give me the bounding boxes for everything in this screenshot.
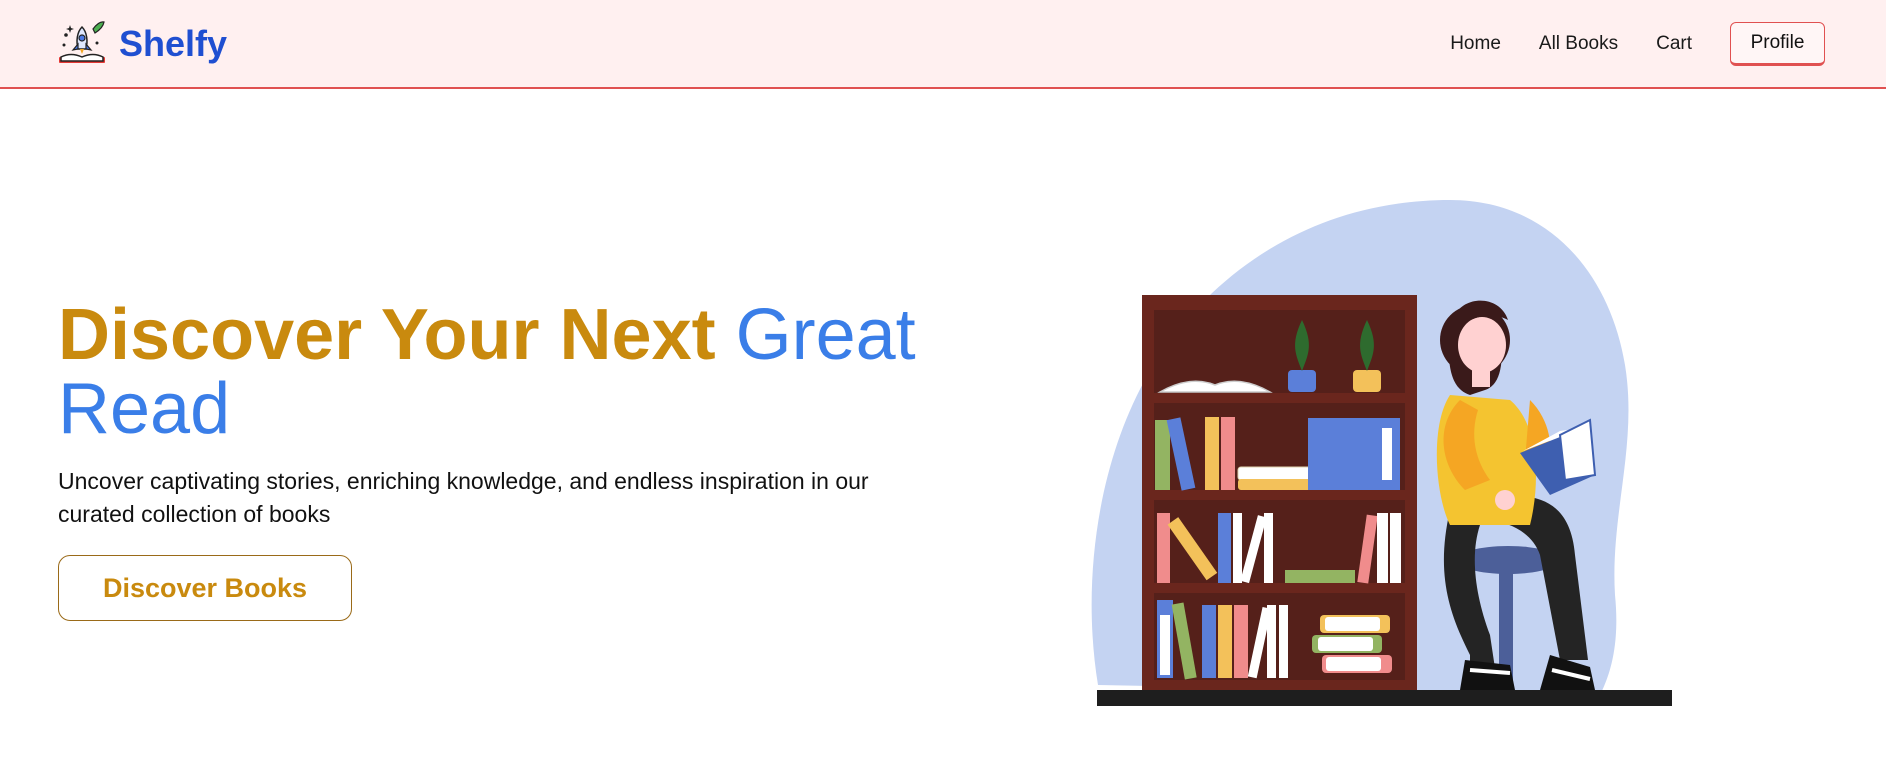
brand-name: Shelfy [119, 23, 228, 64]
discover-books-button[interactable]: Discover Books [58, 555, 352, 621]
nav-links: Home All Books Cart Profile [1450, 21, 1825, 67]
nav-link-all-books[interactable]: All Books [1539, 21, 1618, 67]
hero-title: Discover Your Next Great Read [58, 298, 938, 446]
navbar: Shelfy Home All Books Cart Profile [0, 0, 1886, 89]
woman-reading-by-bookshelf-illustration [1091, 200, 1672, 706]
hero-title-highlight: Discover Your Next [58, 295, 736, 375]
rocket-book-icon [59, 21, 105, 63]
nav-link-home[interactable]: Home [1450, 21, 1501, 67]
profile-button[interactable]: Profile [1730, 22, 1825, 66]
brand[interactable]: Shelfy [57, 19, 227, 69]
nav-link-cart[interactable]: Cart [1656, 21, 1692, 67]
hero-subtitle: Uncover captivating stories, enriching k… [58, 468, 869, 527]
